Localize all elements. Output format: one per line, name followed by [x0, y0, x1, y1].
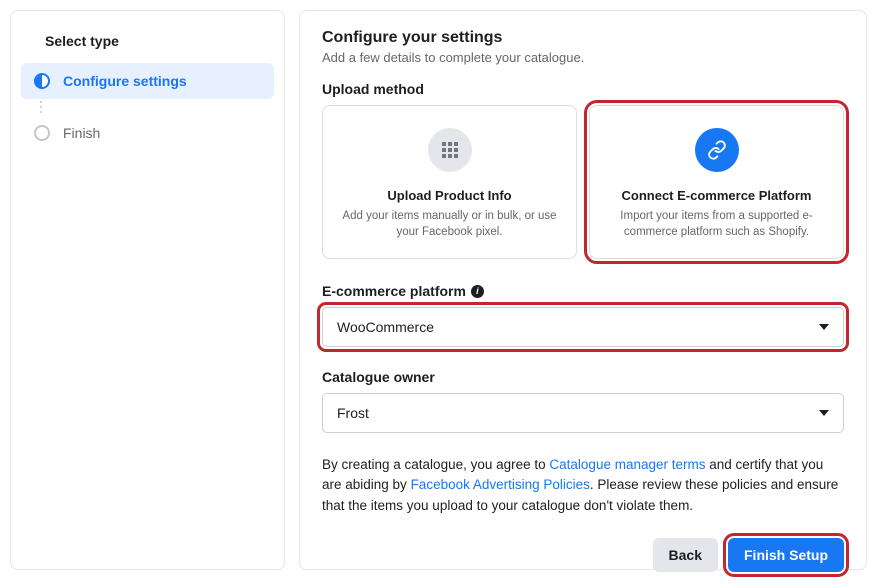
page-subtitle: Add a few details to complete your catal… [322, 50, 844, 65]
card-upload-product-info[interactable]: Upload Product Info Add your items manua… [322, 105, 577, 259]
select-value: WooCommerce [337, 319, 434, 335]
connector-dots [21, 101, 274, 113]
card-title: Upload Product Info [339, 188, 560, 203]
terms-text: By creating a catalogue, you agree to Ca… [322, 455, 844, 516]
link-icon [695, 128, 739, 172]
sidebar-item-label: Configure settings [63, 73, 187, 89]
ecommerce-platform-select[interactable]: WooCommerce [322, 307, 844, 347]
sidebar-item-configure[interactable]: Configure settings [21, 63, 274, 99]
sidebar-header: Select type [21, 25, 274, 63]
sidebar-item-label: Finish [63, 125, 100, 141]
chevron-down-icon [819, 324, 829, 330]
sidebar-item-finish[interactable]: Finish [21, 115, 274, 151]
step-half-icon [33, 72, 51, 90]
back-button[interactable]: Back [653, 538, 718, 572]
chevron-down-icon [819, 410, 829, 416]
select-value: Frost [337, 405, 369, 421]
upload-method-label: Upload method [322, 81, 844, 97]
grid-icon [428, 128, 472, 172]
main-panel: Configure your settings Add a few detail… [299, 10, 867, 570]
card-desc: Import your items from a supported e-com… [606, 209, 827, 240]
card-title: Connect E-commerce Platform [606, 188, 827, 203]
catalogue-owner-select[interactable]: Frost [322, 393, 844, 433]
catalogue-terms-link[interactable]: Catalogue manager terms [549, 457, 705, 472]
info-icon[interactable]: i [471, 285, 484, 298]
ecommerce-platform-label: E-commerce platform i [322, 283, 844, 299]
page-title: Configure your settings [322, 29, 844, 47]
card-connect-platform[interactable]: Connect E-commerce Platform Import your … [589, 105, 844, 259]
step-empty-icon [33, 124, 51, 142]
catalogue-owner-label: Catalogue owner [322, 369, 844, 385]
sidebar: Select type Configure settings Finish [10, 10, 285, 570]
advertising-policies-link[interactable]: Facebook Advertising Policies [411, 477, 590, 492]
upload-method-cards: Upload Product Info Add your items manua… [322, 105, 844, 259]
footer-buttons: Back Finish Setup [322, 538, 844, 572]
finish-setup-button[interactable]: Finish Setup [728, 538, 844, 572]
card-desc: Add your items manually or in bulk, or u… [339, 209, 560, 240]
